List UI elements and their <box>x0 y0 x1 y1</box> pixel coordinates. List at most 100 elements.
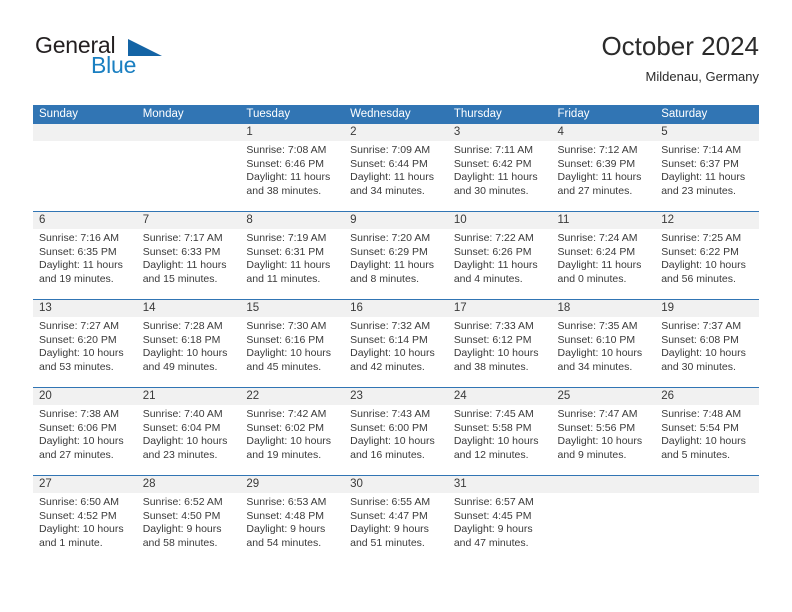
sunset-time: Sunset: 6:00 PM <box>350 421 428 434</box>
sunrise-time: Sunrise: 7:14 AM <box>661 144 742 156</box>
calendar-day-cell[interactable]: 26 Sunrise: 7:48 AM Sunset: 5:54 PM Dayligh… <box>655 387 759 476</box>
daylight-line-1: Daylight: 10 hours <box>557 347 643 360</box>
calendar-day-cell[interactable]: 20 Sunrise: 7:38 AM Sunset: 6:06 PM Dayligh… <box>33 387 137 476</box>
day-cell-inner: 16 Sunrise: 7:32 AM Sunset: 6:14 PM Dayligh… <box>344 300 448 387</box>
daylight-line-2: and 30 minutes. <box>661 360 736 373</box>
calendar-day-cell[interactable]: 15 Sunrise: 7:30 AM Sunset: 6:16 PM Dayligh… <box>240 299 345 388</box>
day-number: 1 <box>240 124 345 141</box>
calendar-day-cell[interactable]: 27 Sunrise: 6:50 AM Sunset: 4:52 PM Dayligh… <box>33 475 137 563</box>
calendar-day-cell[interactable] <box>136 124 241 212</box>
day-number: 29 <box>240 476 345 493</box>
calendar-day-cell[interactable]: 23 Sunrise: 7:43 AM Sunset: 6:00 PM Dayligh… <box>344 387 448 476</box>
sunrise-time: Sunrise: 7:47 AM <box>557 408 638 420</box>
sunrise-time: Sunrise: 6:53 AM <box>246 496 327 508</box>
day-details: Sunrise: 7:08 AM Sunset: 6:46 PM Daylight:… <box>240 141 344 198</box>
calendar-day-cell[interactable]: 5 Sunrise: 7:14 AM Sunset: 6:37 PM Daylight… <box>655 124 759 212</box>
calendar-day-cell[interactable]: 11 Sunrise: 7:24 AM Sunset: 6:24 PM Dayligh… <box>551 211 656 300</box>
calendar-day-cell[interactable]: 24 Sunrise: 7:45 AM Sunset: 5:58 PM Dayligh… <box>447 387 552 476</box>
calendar-day-cell[interactable]: 31 Sunrise: 6:57 AM Sunset: 4:45 PM Dayligh… <box>447 475 552 563</box>
calendar-day-cell[interactable]: 12 Sunrise: 7:25 AM Sunset: 6:22 PM Dayligh… <box>655 211 759 300</box>
calendar-day-cell[interactable]: 4 Sunrise: 7:12 AM Sunset: 6:39 PM Daylight… <box>551 124 656 212</box>
sunrise-time: Sunrise: 7:35 AM <box>557 320 638 332</box>
day-details: Sunrise: 7:32 AM Sunset: 6:14 PM Daylight:… <box>344 317 448 374</box>
title-block: October 2024 Mildenau, Germany <box>601 30 759 86</box>
sunrise-time: Sunrise: 6:50 AM <box>39 496 119 508</box>
day-cell-inner: 17 Sunrise: 7:33 AM Sunset: 6:12 PM Dayligh… <box>447 300 552 387</box>
day-number <box>33 124 137 141</box>
sunset-time: Sunset: 6:04 PM <box>142 421 221 434</box>
sunrise-time: Sunrise: 7:19 AM <box>246 232 327 244</box>
brand-logo[interactable]: General Blue <box>33 32 253 90</box>
day-cell-inner: 25 Sunrise: 7:47 AM Sunset: 5:56 PM Dayligh… <box>551 388 656 475</box>
day-cell-inner: 6 Sunrise: 7:16 AM Sunset: 6:35 PM Daylight… <box>33 212 137 299</box>
weekday-header-monday: Monday <box>136 105 241 124</box>
sunset-time: Sunset: 6:46 PM <box>246 157 325 170</box>
daylight-line-2: and 30 minutes. <box>453 184 529 197</box>
calendar-day-cell[interactable]: 1 Sunrise: 7:08 AM Sunset: 6:46 PM Daylight… <box>240 124 345 212</box>
sunrise-time: Sunrise: 7:17 AM <box>142 232 223 244</box>
sunset-time: Sunset: 6:10 PM <box>557 333 636 346</box>
daylight-line-2: and 47 minutes. <box>453 536 529 549</box>
sunrise-time: Sunrise: 7:22 AM <box>453 232 534 244</box>
calendar-day-cell[interactable]: 28 Sunrise: 6:52 AM Sunset: 4:50 PM Dayligh… <box>136 475 241 563</box>
daylight-line-1: Daylight: 11 hours <box>453 171 538 184</box>
calendar-day-cell[interactable]: 16 Sunrise: 7:32 AM Sunset: 6:14 PM Dayligh… <box>344 299 448 388</box>
sunrise-time: Sunrise: 7:25 AM <box>661 232 742 244</box>
calendar-day-cell[interactable]: 2 Sunrise: 7:09 AM Sunset: 6:44 PM Daylight… <box>344 124 448 212</box>
calendar-day-cell[interactable]: 14 Sunrise: 7:28 AM Sunset: 6:18 PM Dayligh… <box>136 299 241 388</box>
day-number: 30 <box>344 476 448 493</box>
sunrise-time: Sunrise: 7:40 AM <box>142 408 223 420</box>
calendar-day-cell[interactable]: 6 Sunrise: 7:16 AM Sunset: 6:35 PM Daylight… <box>33 211 137 300</box>
day-details <box>33 141 137 144</box>
day-cell-inner: 9 Sunrise: 7:20 AM Sunset: 6:29 PM Daylight… <box>344 212 448 299</box>
daylight-line-1: Daylight: 10 hours <box>39 347 124 360</box>
day-details: Sunrise: 7:40 AM Sunset: 6:04 PM Daylight:… <box>137 405 241 462</box>
calendar-day-cell[interactable]: 8 Sunrise: 7:19 AM Sunset: 6:31 PM Daylight… <box>240 211 345 300</box>
day-details: Sunrise: 7:22 AM Sunset: 6:26 PM Daylight:… <box>448 229 552 286</box>
sunset-time: Sunset: 6:35 PM <box>39 245 117 258</box>
sunset-time: Sunset: 6:42 PM <box>453 157 532 170</box>
calendar-day-cell[interactable]: 3 Sunrise: 7:11 AM Sunset: 6:42 PM Daylight… <box>447 124 552 212</box>
calendar-day-cell[interactable]: 18 Sunrise: 7:35 AM Sunset: 6:10 PM Dayligh… <box>551 299 656 388</box>
day-number: 9 <box>344 212 448 229</box>
calendar-day-cell[interactable]: 29 Sunrise: 6:53 AM Sunset: 4:48 PM Dayligh… <box>240 475 345 563</box>
day-cell-inner <box>136 124 241 211</box>
calendar-day-cell[interactable]: 7 Sunrise: 7:17 AM Sunset: 6:33 PM Daylight… <box>136 211 241 300</box>
sunset-time: Sunset: 4:50 PM <box>142 509 221 522</box>
calendar-day-cell[interactable]: 30 Sunrise: 6:55 AM Sunset: 4:47 PM Dayligh… <box>344 475 448 563</box>
sunrise-time: Sunrise: 7:38 AM <box>39 408 119 420</box>
day-details: Sunrise: 6:50 AM Sunset: 4:52 PM Daylight:… <box>33 493 137 550</box>
day-details: Sunrise: 7:11 AM Sunset: 6:42 PM Daylight:… <box>448 141 552 198</box>
calendar-day-cell[interactable] <box>655 475 759 563</box>
calendar-day-cell[interactable] <box>551 475 656 563</box>
calendar-day-cell[interactable]: 22 Sunrise: 7:42 AM Sunset: 6:02 PM Dayligh… <box>240 387 345 476</box>
day-number: 18 <box>551 300 656 317</box>
calendar-day-cell[interactable]: 17 Sunrise: 7:33 AM Sunset: 6:12 PM Dayligh… <box>447 299 552 388</box>
sunrise-time: Sunrise: 7:28 AM <box>142 320 223 332</box>
day-details: Sunrise: 7:48 AM Sunset: 5:54 PM Daylight:… <box>655 405 759 462</box>
day-cell-inner: 22 Sunrise: 7:42 AM Sunset: 6:02 PM Dayligh… <box>240 388 345 475</box>
calendar-day-cell[interactable]: 10 Sunrise: 7:22 AM Sunset: 6:26 PM Dayligh… <box>447 211 552 300</box>
sunset-time: Sunset: 6:44 PM <box>350 157 428 170</box>
sunset-time: Sunset: 6:18 PM <box>142 333 221 346</box>
day-number: 24 <box>447 388 552 405</box>
calendar-day-cell[interactable]: 19 Sunrise: 7:37 AM Sunset: 6:08 PM Dayligh… <box>655 299 759 388</box>
calendar-day-cell[interactable]: 21 Sunrise: 7:40 AM Sunset: 6:04 PM Dayligh… <box>136 387 241 476</box>
calendar-day-cell[interactable]: 9 Sunrise: 7:20 AM Sunset: 6:29 PM Daylight… <box>344 211 448 300</box>
day-details: Sunrise: 7:12 AM Sunset: 6:39 PM Daylight:… <box>552 141 656 198</box>
day-number: 31 <box>447 476 552 493</box>
calendar-day-cell[interactable] <box>33 124 137 212</box>
weekday-header-sunday: Sunday <box>33 105 137 124</box>
day-cell-inner <box>655 476 759 563</box>
sunset-time: Sunset: 6:02 PM <box>246 421 325 434</box>
day-details: Sunrise: 7:35 AM Sunset: 6:10 PM Daylight:… <box>552 317 656 374</box>
calendar-week-row: 13 Sunrise: 7:27 AM Sunset: 6:20 PM Dayligh… <box>33 299 759 388</box>
day-cell-inner: 12 Sunrise: 7:25 AM Sunset: 6:22 PM Dayligh… <box>655 212 759 299</box>
sunset-time: Sunset: 6:06 PM <box>39 421 117 434</box>
daylight-line-2: and 51 minutes. <box>350 536 425 549</box>
calendar-day-cell[interactable]: 13 Sunrise: 7:27 AM Sunset: 6:20 PM Dayligh… <box>33 299 137 388</box>
day-details: Sunrise: 6:52 AM Sunset: 4:50 PM Daylight:… <box>137 493 241 550</box>
calendar-day-cell[interactable]: 25 Sunrise: 7:47 AM Sunset: 5:56 PM Dayligh… <box>551 387 656 476</box>
day-cell-inner: 13 Sunrise: 7:27 AM Sunset: 6:20 PM Dayligh… <box>33 300 137 387</box>
weekday-header-wednesday: Wednesday <box>344 105 448 124</box>
